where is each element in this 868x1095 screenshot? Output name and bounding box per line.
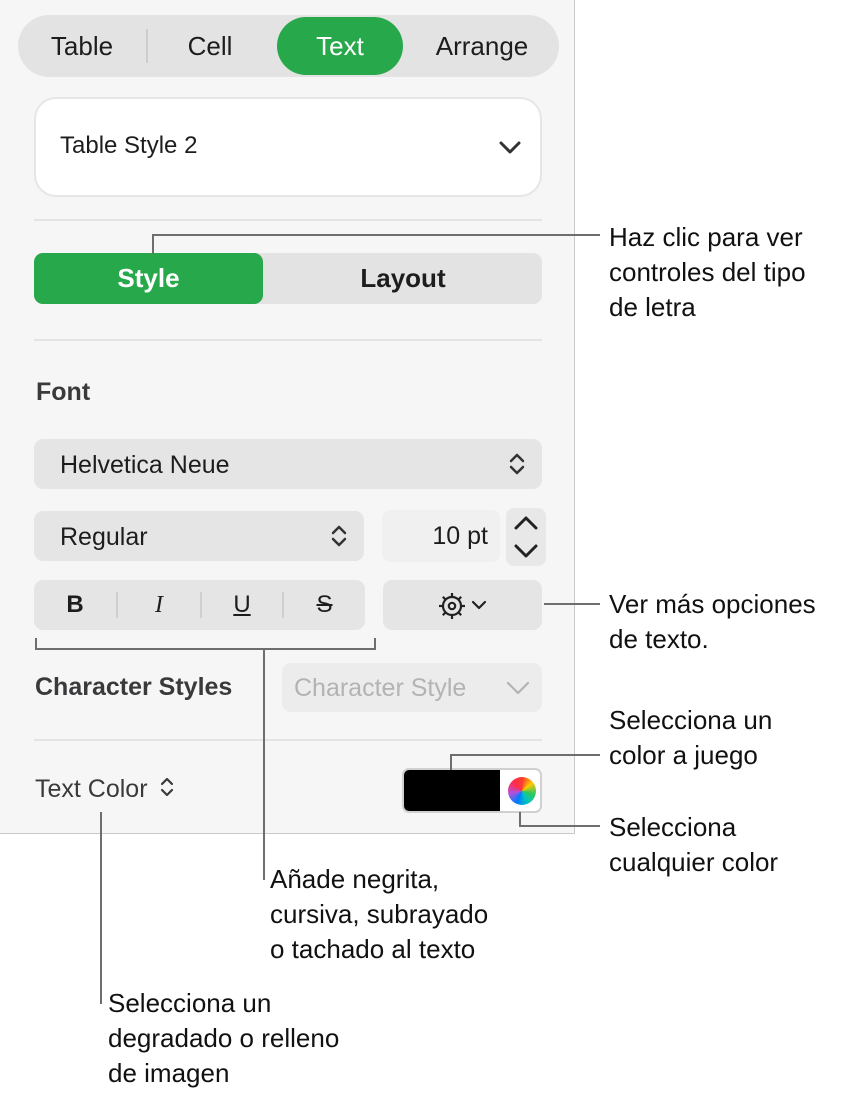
layout-segment[interactable]: Layout bbox=[283, 253, 523, 304]
callout-line bbox=[450, 754, 600, 756]
callout-line bbox=[519, 825, 600, 827]
callout-line-text: cursiva, subrayado bbox=[270, 899, 489, 929]
format-sidebar: Table Cell Text Arrange Table Style 2 St… bbox=[0, 0, 575, 834]
gear-icon bbox=[439, 593, 465, 619]
character-style-placeholder: Character Style bbox=[294, 674, 467, 702]
stepper-down-icon[interactable] bbox=[512, 540, 540, 562]
inspector-tabs: Table Cell Text Arrange bbox=[18, 15, 559, 77]
divider bbox=[34, 339, 542, 341]
divider bbox=[34, 219, 542, 221]
typeface-popup[interactable]: Regular bbox=[34, 511, 364, 561]
text-format-buttons: B I U S bbox=[34, 580, 365, 630]
callout-line bbox=[544, 603, 600, 605]
callout-line-text: degradado o relleno bbox=[108, 1023, 340, 1053]
callout-line bbox=[152, 234, 600, 236]
callout-line bbox=[263, 648, 265, 880]
callout-line-text: color a juego bbox=[609, 740, 758, 770]
stepper-up-icon[interactable] bbox=[512, 512, 540, 534]
callout-any-color: Selecciona cualquier color bbox=[609, 810, 778, 880]
strikethrough-button[interactable]: S bbox=[284, 580, 365, 630]
underline-button[interactable]: U bbox=[202, 580, 282, 630]
callout-line-text: Ver más opciones bbox=[609, 589, 816, 619]
typeface-value: Regular bbox=[60, 523, 148, 551]
callout-line-text: de texto. bbox=[609, 624, 709, 654]
font-size-stepper[interactable] bbox=[506, 508, 546, 566]
style-segment[interactable]: Style bbox=[34, 253, 263, 304]
callout-matching-color: Selecciona un color a juego bbox=[609, 703, 772, 773]
table-style-dropdown[interactable]: Table Style 2 bbox=[34, 97, 542, 197]
tab-table[interactable]: Table bbox=[18, 15, 146, 77]
callout-line-text: Selecciona un bbox=[108, 988, 272, 1018]
chevron-down-icon bbox=[471, 600, 487, 610]
bold-button[interactable]: B bbox=[34, 580, 116, 630]
text-color-popup[interactable]: Text Color bbox=[35, 775, 175, 804]
character-style-popup[interactable]: Character Style bbox=[282, 663, 542, 712]
callout-bold-italic: Añade negrita, cursiva, subrayado o tach… bbox=[270, 862, 488, 967]
callout-style-tab: Haz clic para ver controles del tipo de … bbox=[609, 220, 806, 325]
callout-more-options: Ver más opciones de texto. bbox=[609, 587, 816, 657]
callout-line bbox=[100, 812, 102, 1004]
color-swatch[interactable] bbox=[404, 770, 500, 811]
tab-arrange[interactable]: Arrange bbox=[412, 15, 552, 77]
callout-line-text: cualquier color bbox=[609, 847, 779, 877]
up-down-chevron-icon bbox=[160, 777, 173, 797]
chevron-down-icon bbox=[499, 141, 521, 154]
tab-cell[interactable]: Cell bbox=[148, 15, 272, 77]
callout-line-text: controles del tipo bbox=[609, 257, 806, 287]
more-text-options-button[interactable] bbox=[383, 580, 542, 630]
style-layout-segmented: Style Layout bbox=[34, 253, 542, 304]
color-wheel-icon[interactable] bbox=[508, 777, 536, 805]
callout-line-text: Haz clic para ver bbox=[609, 222, 803, 252]
character-styles-label: Character Styles bbox=[35, 673, 233, 701]
tab-text[interactable]: Text bbox=[277, 17, 403, 75]
bracket-line bbox=[35, 648, 376, 650]
text-color-label: Text Color bbox=[35, 775, 148, 803]
font-section-title: Font bbox=[36, 378, 91, 406]
font-size-field[interactable]: 10 pt bbox=[382, 510, 500, 562]
font-family-popup[interactable]: Helvetica Neue bbox=[34, 439, 542, 489]
callout-line-text: o tachado al texto bbox=[270, 934, 476, 964]
callout-line-text: Añade negrita, bbox=[270, 864, 440, 894]
font-size-value: 10 pt bbox=[432, 522, 488, 550]
bracket-line bbox=[374, 638, 376, 650]
table-style-value: Table Style 2 bbox=[60, 132, 198, 159]
italic-button[interactable]: I bbox=[118, 580, 200, 630]
up-down-chevron-icon bbox=[331, 525, 347, 547]
callout-line-text: Selecciona bbox=[609, 812, 737, 842]
callout-gradient-fill: Selecciona un degradado o relleno de ima… bbox=[108, 986, 339, 1091]
callout-line-text: Selecciona un bbox=[609, 705, 773, 735]
callout-line bbox=[519, 812, 521, 826]
up-down-chevron-icon bbox=[509, 453, 525, 475]
divider bbox=[34, 739, 542, 741]
callout-line bbox=[152, 234, 154, 254]
callout-line bbox=[450, 754, 452, 770]
font-family-value: Helvetica Neue bbox=[60, 451, 230, 479]
chevron-down-icon bbox=[506, 681, 530, 695]
callout-line-text: de letra bbox=[609, 292, 696, 322]
color-well bbox=[402, 768, 542, 813]
callout-line-text: de imagen bbox=[108, 1058, 230, 1088]
